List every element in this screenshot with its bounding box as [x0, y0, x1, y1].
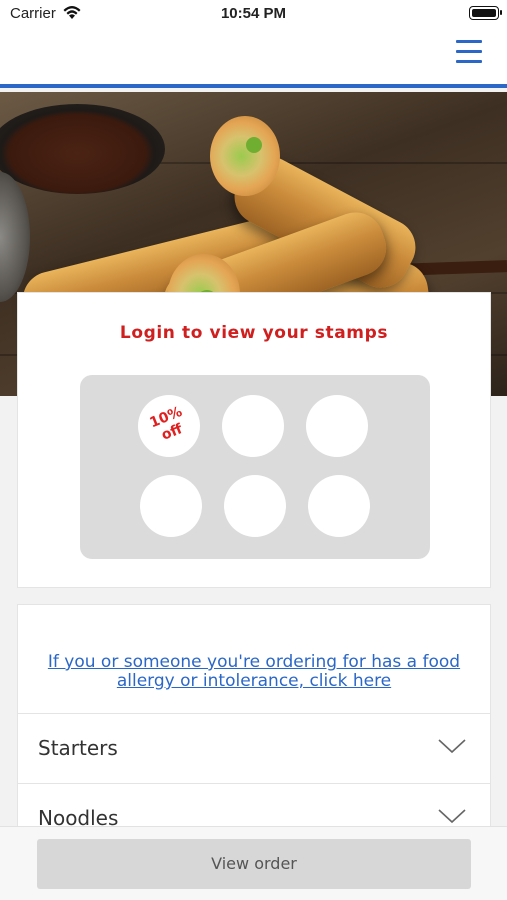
view-order-button[interactable]: View order	[37, 839, 471, 889]
allergy-panel: If you or someone you're ordering for ha…	[17, 604, 491, 714]
stamp-slot	[222, 395, 284, 457]
stamp-grid: 10% off	[80, 375, 430, 559]
login-to-view-stamps[interactable]: Login to view your stamps	[18, 323, 490, 343]
stamp-slot	[306, 395, 368, 457]
allergy-info-link[interactable]: If you or someone you're ordering for ha…	[28, 653, 480, 691]
hamburger-menu-icon[interactable]	[456, 40, 482, 64]
status-bar: Carrier 10:54 PM	[0, 0, 507, 30]
chevron-down-icon	[438, 739, 466, 754]
category-label: Starters	[38, 736, 118, 760]
stamp-slot: 10% off	[138, 395, 200, 457]
bottom-bar: View order	[0, 826, 507, 900]
stamp-slot	[308, 475, 370, 537]
stamp-slot	[224, 475, 286, 537]
chevron-down-icon	[438, 809, 466, 824]
category-starters[interactable]: Starters	[17, 714, 491, 784]
side-dish	[0, 172, 30, 302]
stamp-reward-label: 10% off	[147, 403, 185, 444]
sauce-dish	[0, 104, 165, 194]
battery-icon	[469, 6, 502, 20]
clock: 10:54 PM	[220, 5, 287, 22]
stamp-card: Login to view your stamps 10% off	[17, 292, 491, 588]
stamp-slot	[140, 475, 202, 537]
header	[0, 30, 507, 88]
